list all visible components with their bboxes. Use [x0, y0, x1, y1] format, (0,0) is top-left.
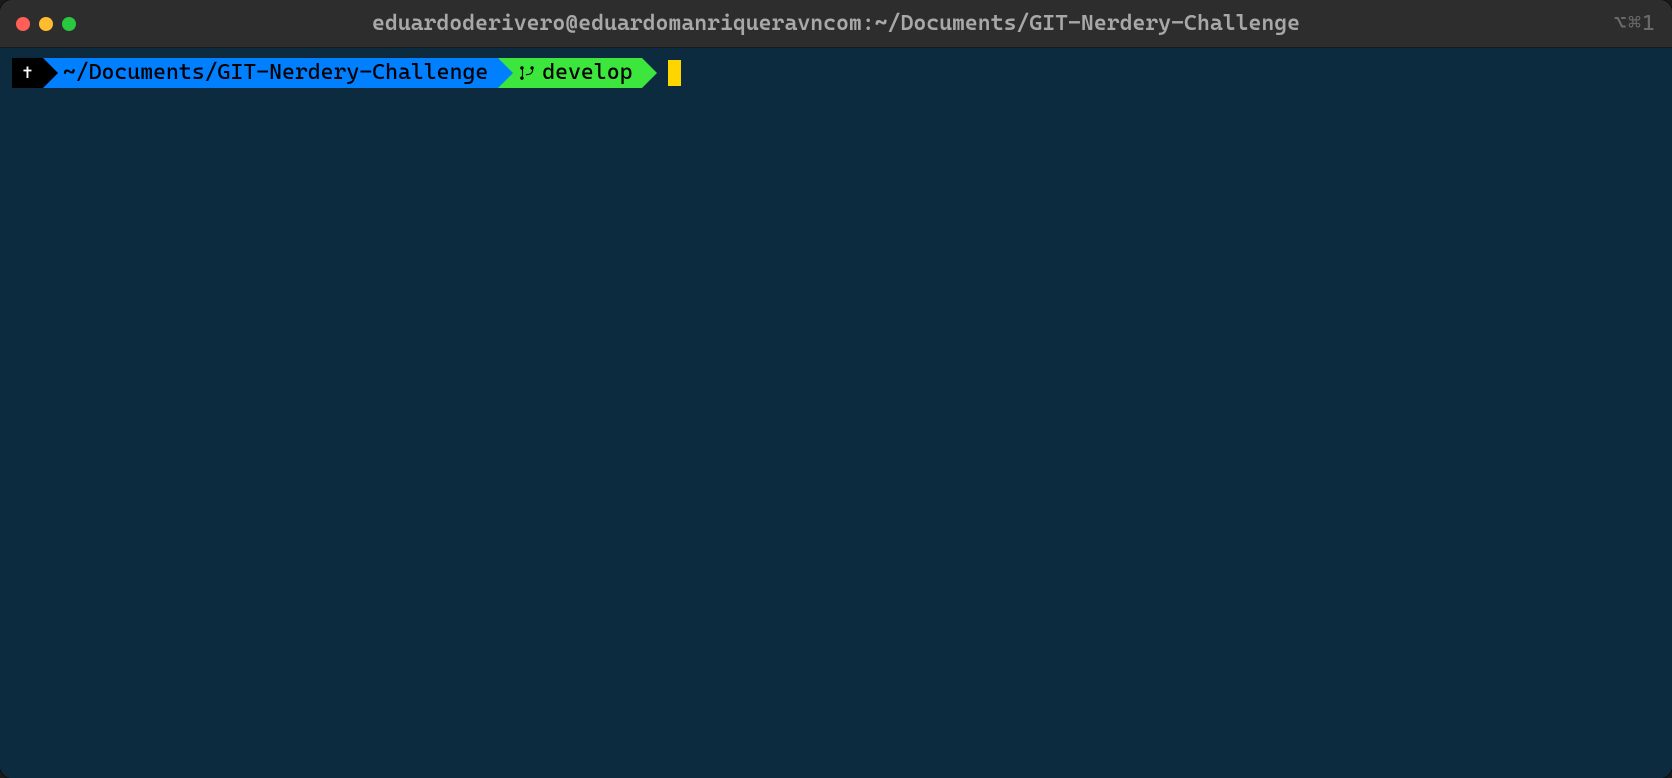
prompt-branch-text: develop: [542, 59, 632, 87]
prompt-path-segment: ~/Documents/GIT-Nerdery-Challenge: [43, 58, 498, 88]
prompt-line: ✝ ~/Documents/GIT-Nerdery-Challenge deve…: [12, 58, 1660, 88]
window-controls: [16, 17, 76, 31]
cross-icon: ✝: [22, 59, 33, 87]
terminal-body[interactable]: ✝ ~/Documents/GIT-Nerdery-Challenge deve…: [0, 48, 1672, 778]
prompt-path-text: ~/Documents/GIT-Nerdery-Challenge: [63, 59, 488, 87]
window-title: eduardoderivero@eduardomanriqueravncom:~…: [372, 11, 1300, 36]
pane-shortcut-indicator: ⌥⌘1: [1614, 11, 1656, 36]
terminal-window: eduardoderivero@eduardomanriqueravncom:~…: [0, 0, 1672, 778]
minimize-window-button[interactable]: [39, 17, 53, 31]
prompt-status-segment: ✝: [12, 58, 43, 88]
titlebar: eduardoderivero@eduardomanriqueravncom:~…: [0, 0, 1672, 48]
prompt-branch-segment: develop: [498, 58, 642, 88]
maximize-window-button[interactable]: [62, 17, 76, 31]
git-branch-icon: [518, 63, 536, 83]
terminal-cursor: [668, 60, 681, 86]
close-window-button[interactable]: [16, 17, 30, 31]
